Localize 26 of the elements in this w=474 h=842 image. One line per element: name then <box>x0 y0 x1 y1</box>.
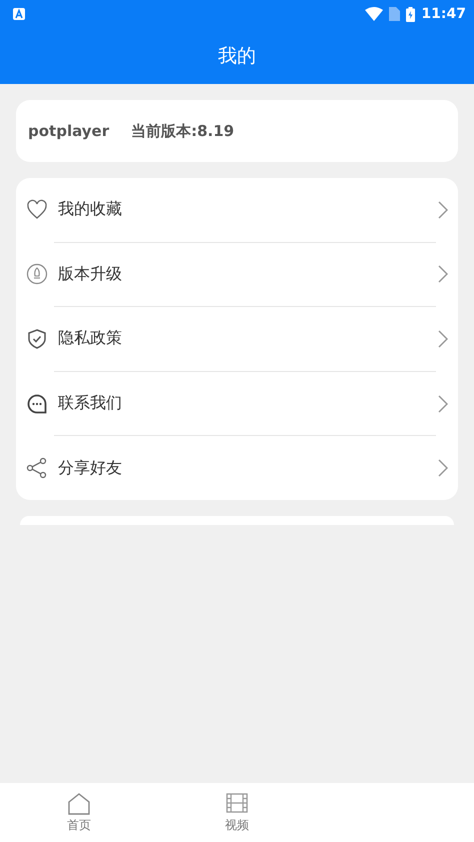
heart-icon <box>26 198 48 221</box>
menu-item[interactable]: 我的收藏 <box>16 178 458 242</box>
battery-charging-icon <box>406 6 416 22</box>
chat-bubble-icon <box>26 392 48 415</box>
version-label: 当前版本:8.19 <box>131 122 234 140</box>
chevron-right-icon <box>438 200 448 219</box>
chevron-right-icon <box>438 459 448 478</box>
chevron-right-icon <box>438 265 448 284</box>
nav-tab[interactable]: 视频 <box>158 783 316 842</box>
page-title: 我的 <box>218 44 256 69</box>
chevron-right-icon <box>438 394 448 413</box>
home-icon <box>66 791 92 815</box>
no-sim-icon <box>389 7 400 21</box>
share-icon <box>26 457 48 480</box>
notification-icon <box>13 8 25 20</box>
menu-item[interactable]: 版本升级 <box>16 242 458 306</box>
menu-item[interactable]: 隐私政策 <box>16 307 458 371</box>
nav-tab[interactable]: 首页 <box>0 783 158 842</box>
app-name: potplayer <box>28 122 110 140</box>
status-time: 11:47 <box>421 6 466 22</box>
shield-check-icon <box>26 328 48 350</box>
menu-item[interactable]: 分享好友 <box>16 436 458 500</box>
wifi-icon <box>365 7 384 21</box>
menu-item[interactable]: 联系我们 <box>16 372 458 436</box>
chevron-right-icon <box>438 330 448 348</box>
film-icon <box>224 791 250 815</box>
